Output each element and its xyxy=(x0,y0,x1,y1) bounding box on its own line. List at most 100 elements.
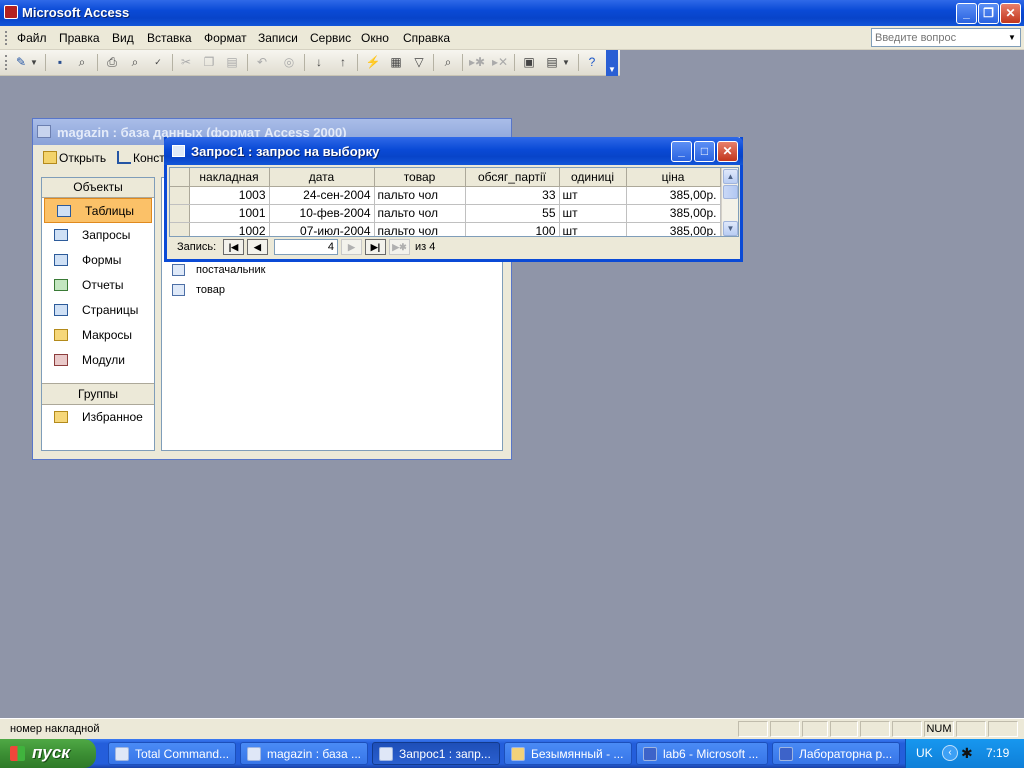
print-preview-icon[interactable]: ⌕ xyxy=(126,54,144,71)
print-icon[interactable]: ⎙ xyxy=(103,54,121,71)
first-record-button[interactable]: |◀ xyxy=(223,239,244,255)
apply-filter-icon[interactable]: ▽ xyxy=(410,54,428,71)
menu-insert[interactable]: Вставка xyxy=(147,31,192,45)
object-reports[interactable]: Отчеты xyxy=(42,273,154,298)
toolbar-overflow-icon[interactable]: ▼ xyxy=(606,50,618,76)
paste-icon[interactable]: ▤ xyxy=(223,54,241,71)
show-hidden-icons-icon[interactable]: ‹ xyxy=(942,745,958,761)
menu-window[interactable]: Окно xyxy=(361,31,389,45)
object-modules[interactable]: Модули xyxy=(42,348,154,373)
save-icon[interactable]: ▪ xyxy=(51,54,69,71)
taskbar-item-total-commander[interactable]: Total Command... xyxy=(108,742,236,765)
column-header[interactable]: накладная xyxy=(189,168,270,187)
new-record-button[interactable]: ▶✱ xyxy=(389,239,410,255)
last-record-button[interactable]: ▶| xyxy=(365,239,386,255)
query-window-title-bar[interactable]: Запрос1 : запрос на выборку _ □ ✕ xyxy=(164,137,743,165)
file-search-icon[interactable]: ⌕ xyxy=(73,54,91,71)
column-header[interactable]: обсяг_партії xyxy=(465,168,560,187)
table-cell[interactable]: пальто чол xyxy=(374,186,466,205)
cut-icon[interactable]: ✂ xyxy=(177,54,195,71)
row-selector[interactable] xyxy=(170,186,190,205)
menu-help[interactable]: Справка xyxy=(403,31,450,45)
table-cell[interactable]: 33 xyxy=(465,186,560,205)
filter-by-selection-icon[interactable]: ⚡ xyxy=(364,54,382,71)
column-header[interactable]: одиниці xyxy=(559,168,627,187)
next-record-button[interactable]: ▶ xyxy=(341,239,362,255)
table-cell[interactable]: 385,00р. xyxy=(626,204,721,223)
filter-by-form-icon[interactable]: ▦ xyxy=(387,54,405,71)
query-minimize-button[interactable]: _ xyxy=(671,141,692,162)
find-icon[interactable]: ⌕ xyxy=(439,54,457,71)
object-forms[interactable]: Формы xyxy=(42,248,154,273)
database-window-icon[interactable]: ▣ xyxy=(520,54,538,71)
table-cell[interactable]: шт xyxy=(559,204,627,223)
table-cell[interactable]: 385,00р. xyxy=(626,222,721,236)
scroll-up-icon[interactable]: ▲ xyxy=(723,169,738,184)
table-cell[interactable]: 55 xyxy=(465,204,560,223)
menu-view[interactable]: Вид xyxy=(112,31,134,45)
language-indicator[interactable]: UK xyxy=(916,746,933,760)
table-cell[interactable]: 1001 xyxy=(189,204,270,223)
menu-records[interactable]: Записи xyxy=(258,31,298,45)
query-maximize-button[interactable]: □ xyxy=(694,141,715,162)
sort-descending-icon[interactable]: ↑ xyxy=(334,54,352,71)
access-key-icon[interactable] xyxy=(4,5,18,19)
hyperlink-icon[interactable]: ◎ xyxy=(280,54,298,71)
menu-edit[interactable]: Правка xyxy=(59,31,100,45)
table-cell[interactable]: 24-сен-2004 xyxy=(269,186,375,205)
close-button[interactable]: ✕ xyxy=(1000,3,1021,24)
restore-button[interactable]: ❐ xyxy=(978,3,999,24)
tray-app-icon[interactable]: ✱ xyxy=(961,745,973,762)
copy-icon[interactable]: ❐ xyxy=(200,54,218,71)
table-cell[interactable]: 1002 xyxy=(189,222,270,236)
vertical-scrollbar[interactable]: ▲ ▼ xyxy=(721,168,738,236)
new-object-icon[interactable]: ▤ xyxy=(543,54,561,71)
minimize-button[interactable]: _ xyxy=(956,3,977,24)
start-button[interactable]: пуск xyxy=(0,739,96,768)
scroll-down-icon[interactable]: ▼ xyxy=(723,221,738,236)
menu-file[interactable]: Файл xyxy=(17,31,47,45)
list-item[interactable]: товар xyxy=(168,284,225,296)
taskbar-item-query[interactable]: Запрос1 : запр... xyxy=(372,742,500,765)
spelling-icon[interactable]: ✓ xyxy=(149,54,167,71)
table-cell[interactable]: 100 xyxy=(465,222,560,236)
table-cell[interactable]: 10-фев-2004 xyxy=(269,204,375,223)
groups-header[interactable]: Группы xyxy=(42,383,154,405)
new-record-icon[interactable]: ▸✱ xyxy=(468,54,486,71)
table-cell[interactable]: 1003 xyxy=(189,186,270,205)
table-cell[interactable]: шт xyxy=(559,222,627,236)
table-cell[interactable]: пальто чол xyxy=(374,222,466,236)
delete-record-icon[interactable]: ▸✕ xyxy=(491,54,509,71)
row-selector[interactable] xyxy=(170,222,190,236)
sort-ascending-icon[interactable]: ↓ xyxy=(310,54,328,71)
taskbar-item-lab6[interactable]: lab6 - Microsoft ... xyxy=(636,742,768,765)
menu-format[interactable]: Формат xyxy=(204,31,247,45)
taskbar-item-paint[interactable]: Безымянный - ... xyxy=(504,742,632,765)
query-close-button[interactable]: ✕ xyxy=(717,141,738,162)
view-dropdown-icon[interactable]: ▼ xyxy=(29,54,39,71)
column-header[interactable]: ціна xyxy=(626,168,721,187)
object-macros[interactable]: Макросы xyxy=(42,323,154,348)
help-icon[interactable]: ? xyxy=(583,54,601,71)
object-pages[interactable]: Страницы xyxy=(42,298,154,323)
open-object-button[interactable]: Открыть xyxy=(43,151,106,165)
column-header[interactable]: товар xyxy=(374,168,466,187)
taskbar-item-lab-doc[interactable]: Лабораторна р... xyxy=(772,742,900,765)
objects-header[interactable]: Объекты xyxy=(42,178,154,198)
view-design-icon[interactable]: ✎ xyxy=(12,54,30,71)
group-favorites[interactable]: Избранное xyxy=(42,405,154,430)
help-search-box[interactable]: ▼ xyxy=(871,28,1021,47)
chevron-down-icon[interactable]: ▼ xyxy=(1005,30,1019,45)
table-cell[interactable]: пальто чол xyxy=(374,204,466,223)
list-item[interactable]: постачальник xyxy=(168,264,265,276)
undo-icon[interactable]: ↶ xyxy=(253,54,271,71)
table-cell[interactable]: 385,00р. xyxy=(626,186,721,205)
design-object-button[interactable]: Конст xyxy=(117,151,165,165)
taskbar-item-magazin[interactable]: magazin : база ... xyxy=(240,742,368,765)
clock[interactable]: 7:19 xyxy=(986,746,1009,760)
table-cell[interactable]: шт xyxy=(559,186,627,205)
object-tables[interactable]: Таблицы xyxy=(44,198,152,223)
row-selector[interactable] xyxy=(170,204,190,223)
toolbar-grip[interactable] xyxy=(5,55,8,70)
new-object-dropdown-icon[interactable]: ▼ xyxy=(561,54,571,71)
